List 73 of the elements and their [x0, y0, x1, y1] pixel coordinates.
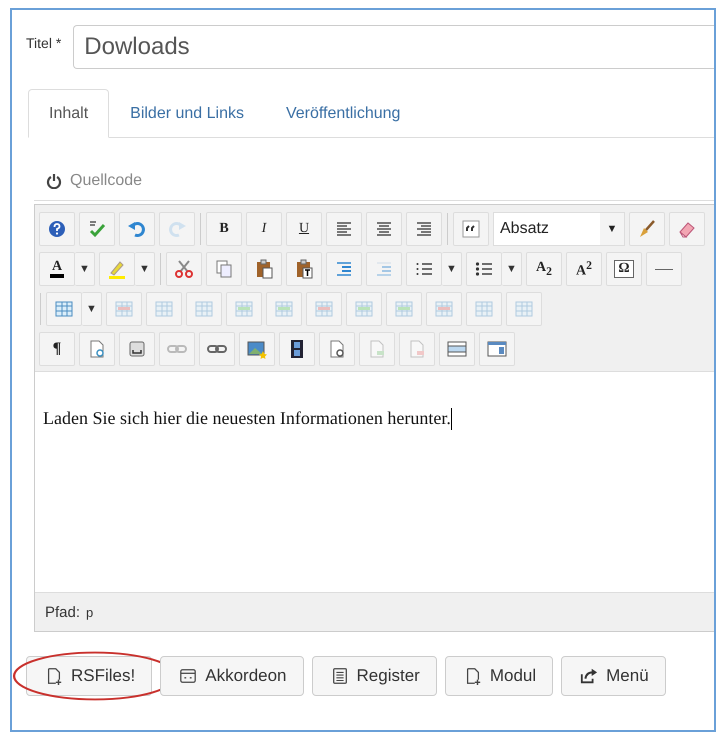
table-cell-icon — [194, 299, 214, 319]
cut-icon — [174, 259, 194, 279]
dropdown-button[interactable]: ▼ — [502, 252, 522, 286]
editor-button[interactable]: Register — [312, 656, 437, 696]
table-grid-icon — [474, 299, 494, 319]
undo-icon — [127, 219, 147, 239]
editor-button[interactable]: RSFiles! — [26, 656, 152, 696]
toolbar-button[interactable] — [439, 332, 475, 366]
text-cursor — [450, 408, 452, 430]
toolbar-button[interactable] — [466, 252, 502, 286]
format-button[interactable]: I — [246, 212, 282, 246]
source-code-toggle[interactable]: Quellcode — [34, 172, 154, 190]
copy-icon — [214, 259, 234, 279]
format-button[interactable]: U — [286, 212, 322, 246]
blockquote-icon — [461, 219, 481, 239]
col-after-icon — [394, 299, 414, 319]
tab[interactable]: Veröffentlichung — [264, 89, 422, 138]
row-after-icon — [274, 299, 294, 319]
tab[interactable]: Bilder und Links — [109, 89, 265, 138]
editor-button[interactable]: Modul — [444, 656, 554, 696]
table-delete-icon — [114, 299, 134, 319]
editor-button[interactable]: Akkordeon — [160, 656, 304, 696]
format-button[interactable]: A$^{2}$ — [566, 252, 602, 286]
format-button[interactable]: A — [39, 252, 75, 286]
row-delete-icon — [314, 299, 334, 319]
list-icon — [330, 667, 349, 685]
highlight-icon — [107, 259, 127, 279]
dropdown-button[interactable]: ▼ — [82, 292, 102, 326]
paste-icon — [254, 259, 274, 279]
toolbar-button[interactable] — [406, 212, 442, 246]
toolbar-button[interactable] — [286, 252, 322, 286]
format-select[interactable]: Absatz ▼ — [493, 212, 625, 246]
spellcheck-icon — [87, 219, 107, 239]
paste-text-icon — [294, 259, 314, 279]
row-before-icon — [234, 299, 254, 319]
format-button[interactable]: A$_{2}$ — [526, 252, 562, 286]
table-icon — [54, 299, 74, 319]
title-label: Titel * — [26, 35, 62, 51]
title-field[interactable]: Dowloads — [73, 25, 714, 69]
table-props-icon — [514, 299, 534, 319]
file-plus-icon — [45, 667, 63, 685]
help-icon — [47, 219, 67, 239]
toolbar-button[interactable] — [366, 212, 402, 246]
horizontal-line-icon — [655, 268, 673, 270]
dropdown-button[interactable]: ▼ — [75, 252, 95, 286]
toolbar-button[interactable] — [279, 332, 315, 366]
col-before-icon — [354, 299, 374, 319]
redo-icon — [167, 219, 187, 239]
layout-window-icon — [487, 339, 507, 359]
dropdown-button[interactable]: ▼ — [442, 252, 462, 286]
format-button[interactable]: ¶ — [39, 332, 75, 366]
share-icon — [580, 667, 598, 685]
toolbar-button[interactable] — [406, 252, 442, 286]
table-row-icon — [154, 299, 174, 319]
path-label: Pfad: — [45, 604, 80, 620]
tab[interactable]: Inhalt — [28, 89, 110, 138]
toolbar-button[interactable] — [326, 212, 362, 246]
path-value[interactable]: p — [86, 604, 94, 620]
brush-icon — [637, 219, 657, 239]
image-icon — [247, 339, 267, 359]
format-button[interactable]: Ω — [606, 252, 642, 286]
layout-row-icon — [447, 339, 467, 359]
power-icon — [46, 173, 62, 189]
pagebreak-icon — [127, 339, 147, 359]
col-delete-icon — [434, 299, 454, 319]
toolbar-button[interactable] — [239, 332, 275, 366]
editor-text: Laden Sie sich hier die neuesten Informationen herunter. — [43, 408, 451, 429]
toolbar-button[interactable] — [246, 252, 282, 286]
dropdown-button[interactable]: ▼ — [135, 252, 155, 286]
editor-button[interactable]: Menü — [561, 656, 666, 696]
toolbar-button[interactable] — [479, 332, 515, 366]
format-button[interactable]: B — [206, 212, 242, 246]
accordion-icon — [179, 667, 198, 685]
